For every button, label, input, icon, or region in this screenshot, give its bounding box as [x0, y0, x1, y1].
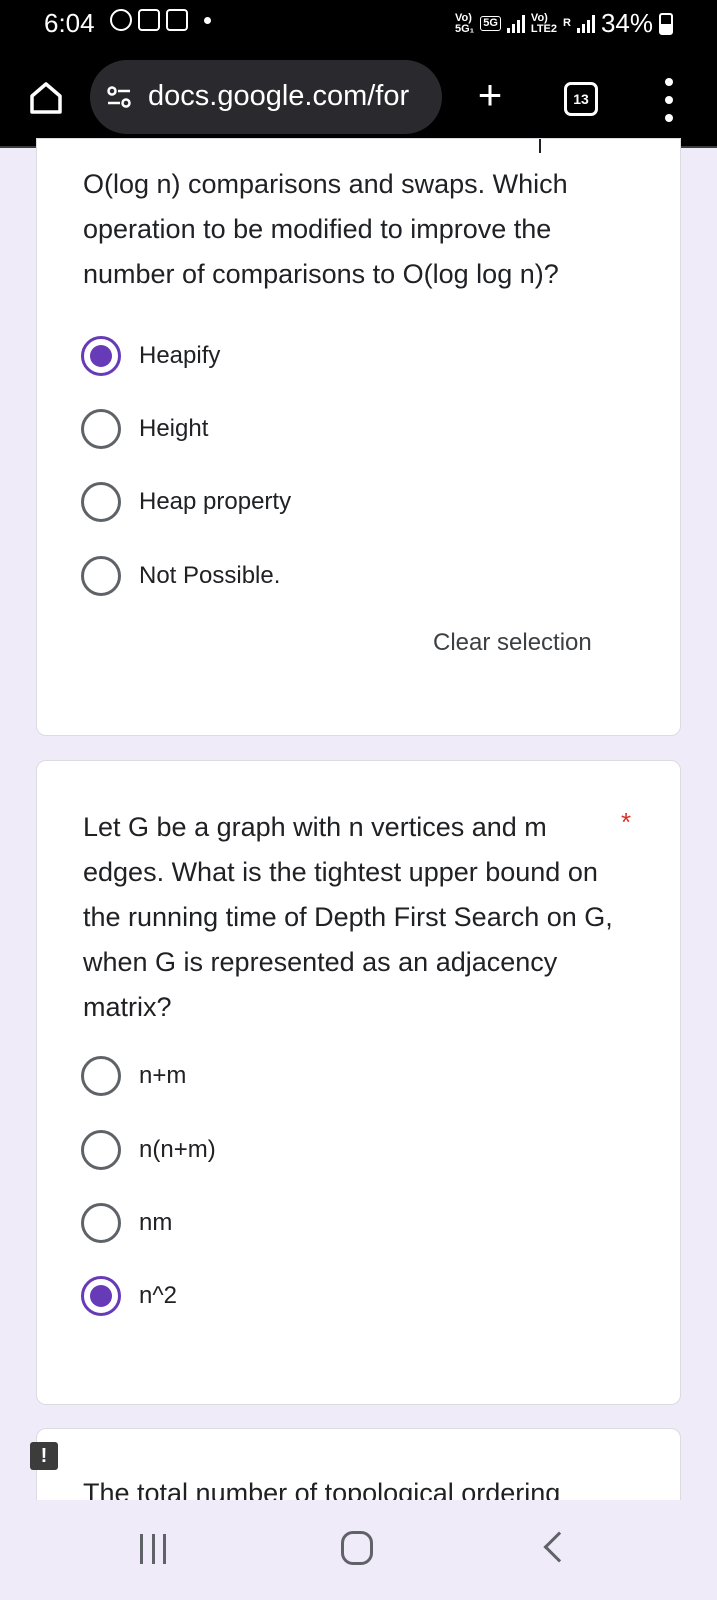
more-menu-icon[interactable]	[660, 78, 678, 122]
radio-button[interactable]	[81, 482, 121, 522]
question-card-2: Let G be a graph with n vertices and m e…	[36, 760, 681, 1405]
option-label: n+m	[139, 1062, 187, 1089]
tab-count: 13	[573, 91, 589, 107]
status-bar: 6:04 Vo) 5G₁ 5G Vo) LTE2 R 34%	[0, 0, 717, 48]
radio-button-selected[interactable]	[81, 1276, 121, 1316]
more-notifications-icon	[204, 16, 211, 24]
radio-option[interactable]: Heap property	[81, 479, 291, 525]
radio-button[interactable]	[81, 1056, 121, 1096]
radio-option[interactable]: Height	[81, 406, 208, 452]
clipped-text-fragment	[539, 139, 541, 153]
option-label: Heapify	[139, 342, 221, 369]
feedback-badge[interactable]: !	[30, 1442, 58, 1470]
battery-percent: 34%	[600, 8, 653, 38]
gallery-icon	[138, 9, 160, 31]
radio-option[interactable]: n(n+m)	[81, 1127, 216, 1173]
recents-icon[interactable]	[140, 1534, 166, 1564]
volte-indicator-1: Vo) 5G₁	[455, 11, 475, 35]
tab-switcher-icon[interactable]: 13	[564, 82, 598, 116]
radio-button[interactable]	[81, 556, 121, 596]
url-text[interactable]: docs.google.com/for	[148, 80, 430, 113]
radio-option[interactable]: nm	[81, 1200, 172, 1246]
radio-button[interactable]	[81, 1203, 121, 1243]
home-nav-icon[interactable]	[341, 1531, 373, 1565]
roaming-indicator: R	[563, 17, 571, 29]
radio-button[interactable]	[81, 409, 121, 449]
radio-option[interactable]: Not Possible.	[81, 553, 280, 599]
required-asterisk: *	[621, 807, 632, 837]
whatsapp-icon	[110, 9, 132, 31]
clear-selection-button[interactable]: Clear selection	[433, 629, 592, 657]
question-text-2: Let G be a graph with n vertices and m e…	[83, 812, 613, 1022]
option-label: n^2	[139, 1282, 177, 1309]
question-text-1: O(log n) comparisons and swaps. Which op…	[83, 169, 568, 289]
question-card-3: The total number of topological ordering	[36, 1428, 681, 1500]
radio-option[interactable]: n+m	[81, 1053, 186, 1099]
volte-indicator-2: Vo) LTE2	[530, 11, 557, 35]
plus-icon[interactable]: +	[470, 74, 510, 116]
battery-icon	[659, 12, 673, 35]
option-label: nm	[139, 1209, 173, 1236]
back-icon[interactable]	[543, 1531, 575, 1563]
notification-icons	[110, 9, 211, 31]
system-nav-bar	[0, 1500, 717, 1600]
status-time: 6:04	[44, 8, 95, 38]
radio-option[interactable]: n^2	[81, 1273, 177, 1319]
signal-icon-1	[506, 14, 525, 33]
site-info-icon[interactable]	[106, 84, 132, 110]
radio-option[interactable]: Heapify	[81, 333, 220, 379]
address-bar[interactable]: docs.google.com/for	[90, 60, 442, 134]
radio-button-selected[interactable]	[81, 336, 121, 376]
option-label: n(n+m)	[139, 1136, 216, 1163]
instagram-icon	[166, 9, 188, 31]
signal-icon-2	[576, 14, 595, 33]
question-card-1: O(log n) comparisons and swaps. Which op…	[36, 138, 681, 736]
option-label: Not Possible.	[139, 562, 281, 589]
browser-toolbar: docs.google.com/for + 13	[0, 48, 717, 148]
question-text-3: The total number of topological ordering	[83, 1478, 561, 1500]
option-label: Height	[139, 415, 209, 442]
network-type: 5G	[480, 16, 501, 31]
home-icon[interactable]	[26, 78, 66, 118]
status-indicators: Vo) 5G₁ 5G Vo) LTE2 R 34%	[455, 8, 673, 39]
radio-button[interactable]	[81, 1130, 121, 1170]
option-label: Heap property	[139, 488, 292, 515]
